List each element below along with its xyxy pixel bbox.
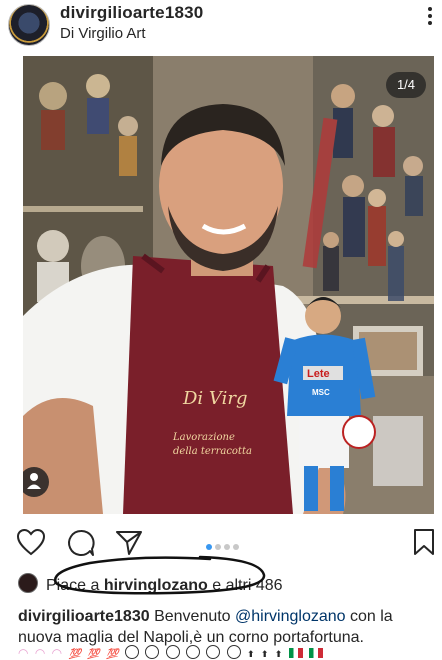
profile-avatar[interactable] <box>8 4 50 46</box>
top-arrow-emoji-icon: ⬆ <box>260 649 269 659</box>
soccer-ball-emoji-icon <box>145 645 160 659</box>
italy-flag-emoji-icon <box>288 648 303 658</box>
soccer-ball-emoji-icon <box>206 645 221 659</box>
rainbow-emoji-icon: ◠ <box>18 646 29 660</box>
hundred-emoji-icon: 💯 <box>68 649 81 660</box>
carousel-dot-active <box>206 544 212 550</box>
caption-emoji-row: ◠ ◠ ◠ 💯 💯 💯 ⬆ ⬆ ⬆ <box>18 645 438 660</box>
post-header: divirgilioarte1830 Di Virgilio Art <box>0 0 442 48</box>
rainbow-emoji-icon: ◠ <box>34 646 46 660</box>
share-send-icon[interactable] <box>115 528 143 556</box>
more-options-icon[interactable] <box>426 4 434 28</box>
jersey-sponsor2-text: MSC <box>312 388 330 397</box>
apron-line2-text: della terracotta <box>173 446 252 457</box>
apron-line1-text: Lavorazione <box>172 432 235 443</box>
image-counter-badge: 1/4 <box>386 72 426 98</box>
caption-username[interactable]: divirgilioarte1830 <box>18 608 150 625</box>
carousel-dot <box>224 544 230 550</box>
rainbow-emoji-icon: ◠ <box>51 646 63 660</box>
jersey-sponsor1-text: Lete <box>307 368 330 380</box>
soccer-ball-emoji-icon <box>185 645 200 659</box>
soccer-ball-emoji-icon <box>165 645 180 659</box>
post-subtitle[interactable]: Di Virgilio Art <box>60 25 146 42</box>
carousel-indicator <box>206 537 242 550</box>
like-heart-icon[interactable] <box>16 528 46 556</box>
post-username[interactable]: divirgilioarte1830 <box>60 3 203 23</box>
top-arrow-emoji-icon: ⬆ <box>274 649 283 659</box>
italy-flag-emoji-icon <box>308 648 323 658</box>
soccer-ball-emoji-icon <box>124 645 139 659</box>
top-arrow-emoji-icon: ⬆ <box>246 649 255 659</box>
hand-drawn-circle-annotation <box>54 555 266 595</box>
carousel-dot <box>215 544 221 550</box>
caption-mention[interactable]: @hirvinglozano <box>235 608 346 625</box>
apron-brand-text: Di Virg <box>182 388 247 409</box>
hundred-emoji-icon: 💯 <box>106 649 119 660</box>
photo-illustration: Di Virg Lavorazione della terracotta Let… <box>23 56 434 514</box>
save-bookmark-icon[interactable] <box>412 528 436 556</box>
caption-text-1: Benvenuto <box>149 608 236 625</box>
hundred-emoji-icon: 💯 <box>87 649 100 660</box>
post-photo[interactable]: Di Virg Lavorazione della terracotta Let… <box>23 56 434 514</box>
soccer-ball-emoji-icon <box>226 645 241 659</box>
liker-avatar <box>18 573 38 593</box>
carousel-dot <box>233 544 239 550</box>
post-caption: divirgilioarte1830 Benvenuto @hirvingloz… <box>18 606 438 648</box>
